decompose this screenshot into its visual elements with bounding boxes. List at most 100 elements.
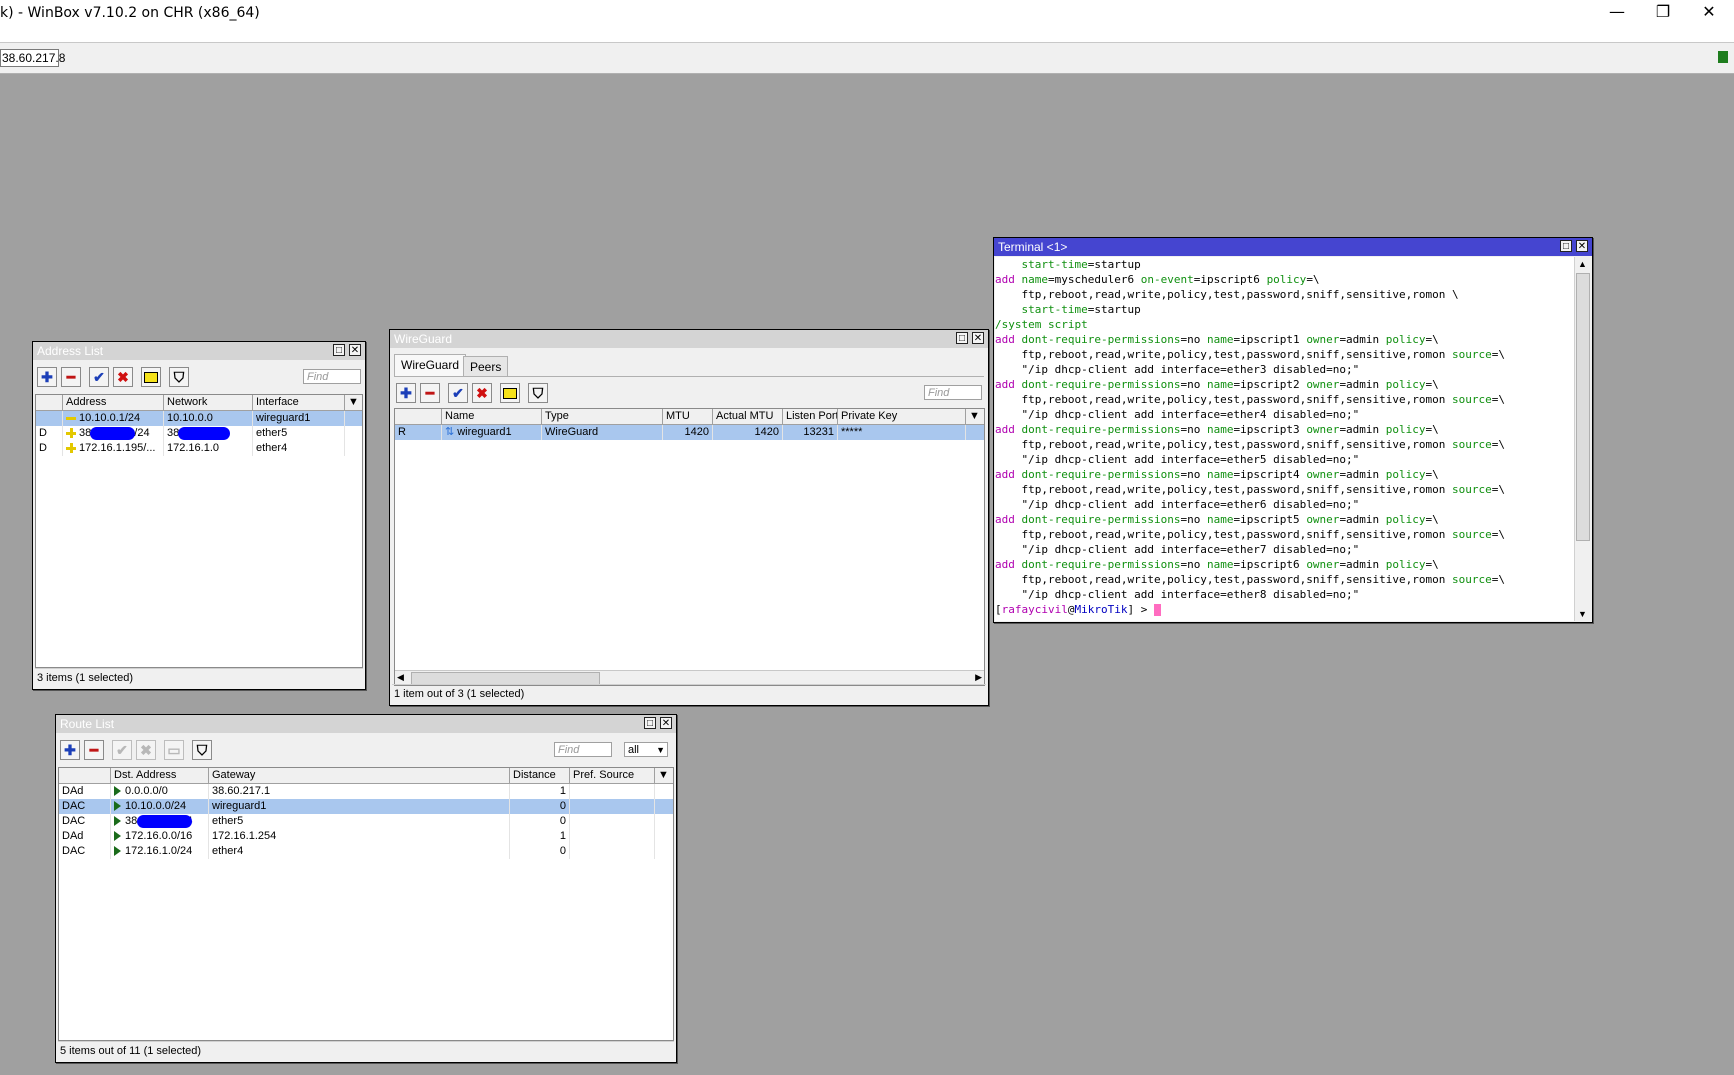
route-arrow-icon [114, 801, 121, 812]
terminal-text: "/ip dhcp-client add interface=ether6 di… [995, 498, 1360, 511]
tab-wireguard[interactable]: WireGuard [394, 354, 467, 376]
column-menu-icon[interactable]: ▼ [345, 395, 362, 410]
terminal-title[interactable]: Terminal <1> [994, 238, 1592, 256]
column-header[interactable]: Actual MTU [713, 409, 783, 424]
terminal-text: =no [1180, 558, 1207, 571]
address-toolbar: ✚ ━ ✔ ✖ ⛉ Find [35, 364, 363, 390]
remove-icon[interactable]: ━ [61, 367, 81, 387]
table-row[interactable]: R ⇅ wireguard1 WireGuard 1420 1420 13231 … [395, 425, 984, 440]
router-address-field[interactable]: 38.60.217.8 [0, 49, 65, 67]
column-header[interactable]: Address [63, 395, 164, 410]
column-menu-icon[interactable]: ▼ [655, 768, 673, 783]
disable-icon[interactable]: ✖ [113, 367, 133, 387]
restore-button[interactable]: ❐ [1640, 0, 1686, 24]
close-icon[interactable]: ✕ [660, 717, 672, 729]
column-header[interactable]: Dst. Address [111, 768, 209, 783]
add-icon[interactable]: ✚ [37, 367, 57, 387]
table-row[interactable]: 10.10.0.1/24 10.10.0.0 wireguard1 [36, 411, 362, 426]
wireguard-table: Name Type MTU Actual MTU Listen Port Pri… [394, 408, 985, 686]
scroll-right-icon[interactable]: ▶ [975, 672, 982, 683]
close-icon[interactable]: ✕ [1576, 240, 1588, 252]
wireguard-title[interactable]: WireGuard [390, 330, 988, 348]
terminal-text: =ipscript3 [1233, 423, 1307, 436]
comment-icon[interactable]: ▭ [164, 740, 184, 760]
table-row[interactable]: DAd 172.16.0.0/16 172.16.1.254 1 [59, 829, 673, 844]
table-header: Name Type MTU Actual MTU Listen Port Pri… [395, 409, 984, 425]
column-header[interactable]: Network [164, 395, 253, 410]
comment-icon[interactable] [141, 367, 161, 387]
column-header[interactable]: Interface [253, 395, 345, 410]
terminal-kw-token: add [995, 273, 1015, 286]
scroll-down-icon[interactable]: ▼ [1578, 609, 1587, 619]
close-icon[interactable]: ✕ [972, 332, 984, 344]
terminal-text: =admin [1339, 513, 1386, 526]
terminal-text: =\ [1491, 528, 1505, 541]
table-row[interactable]: DAC 172.16.1.0/24 ether4 0 [59, 844, 673, 859]
find-input[interactable]: Find [924, 385, 982, 400]
terminal-text: ftp,reboot,read,write,policy,test,passwo… [995, 528, 1452, 541]
route-filter-select[interactable]: all ▼ [624, 742, 668, 757]
add-icon[interactable]: ✚ [60, 740, 80, 760]
filter-icon[interactable]: ⛉ [192, 740, 212, 760]
enable-icon[interactable]: ✔ [448, 383, 468, 403]
route-list-title[interactable]: Route List [56, 715, 676, 733]
terminal-text: =\ [1425, 423, 1439, 436]
filter-icon[interactable]: ⛉ [528, 383, 548, 403]
find-input[interactable]: Find [303, 369, 361, 384]
maximize-icon[interactable]: □ [1560, 240, 1572, 252]
table-row[interactable]: D 172.16.1.195/... 172.16.1.0 ether4 [36, 441, 362, 456]
terminal-text: "/ip dhcp-client add interface=ether7 di… [995, 543, 1360, 556]
close-icon[interactable]: ✕ [349, 344, 361, 356]
find-input[interactable]: Find [554, 742, 612, 757]
terminal-par-token: policy [1385, 378, 1426, 391]
disable-icon[interactable]: ✖ [472, 383, 492, 403]
table-row[interactable]: DAC 10.10.0.0/24 wireguard1 0 [59, 799, 673, 814]
column-header[interactable]: Type [542, 409, 663, 424]
vertical-scrollbar[interactable]: ▲ ▼ [1574, 257, 1591, 621]
terminal-text: ftp,reboot,read,write,policy,test,passwo… [995, 288, 1459, 301]
dropdown-icon[interactable]: ▼ [656, 743, 665, 758]
route-list-window: Route List □ ✕ ✚ ━ ✔ ✖ ▭ ⛉ Find all ▼ Dst… [55, 714, 677, 1063]
actual-mtu-cell: 1420 [713, 425, 783, 440]
terminal-prompt[interactable]: [rafaycivil@MikroTik] > [995, 602, 1574, 617]
tab-peers[interactable]: Peers [463, 356, 509, 376]
address-list-title[interactable]: Address List [33, 342, 365, 360]
disable-icon[interactable]: ✖ [136, 740, 156, 760]
add-icon[interactable]: ✚ [396, 383, 416, 403]
maximize-icon[interactable]: □ [956, 332, 968, 344]
column-header[interactable]: Name [442, 409, 542, 424]
horizontal-scrollbar[interactable]: ◀ ▶ [395, 670, 984, 685]
table-row[interactable]: DAd 0.0.0.0/0 38.60.217.1 1 [59, 784, 673, 799]
redaction-mark [90, 427, 135, 440]
column-header[interactable]: Distance [510, 768, 570, 783]
column-header[interactable]: Listen Port [783, 409, 838, 424]
enable-icon[interactable]: ✔ [112, 740, 132, 760]
remove-icon[interactable]: ━ [84, 740, 104, 760]
maximize-icon[interactable]: □ [333, 344, 345, 356]
scroll-left-icon[interactable]: ◀ [397, 672, 404, 683]
remove-icon[interactable]: ━ [420, 383, 440, 403]
column-header[interactable]: Gateway [209, 768, 510, 783]
close-button[interactable]: ✕ [1686, 0, 1732, 24]
column-menu-icon[interactable]: ▼ [966, 409, 984, 424]
table-row[interactable]: D 38./24 38. ether5 [36, 426, 362, 441]
gateway-cell: 172.16.1.254 [209, 829, 510, 844]
column-header[interactable]: MTU [663, 409, 713, 424]
terminal-text: =\ [1425, 558, 1439, 571]
scroll-up-icon[interactable]: ▲ [1578, 259, 1587, 269]
terminal-output[interactable]: start-time=startup add name=myscheduler6 … [995, 257, 1574, 621]
enable-icon[interactable]: ✔ [89, 367, 109, 387]
column-header[interactable]: Pref. Source [570, 768, 655, 783]
column-header[interactable]: Private Key [838, 409, 966, 424]
comment-icon[interactable] [500, 383, 520, 403]
maximize-icon[interactable]: □ [644, 717, 656, 729]
scroll-thumb[interactable] [1576, 273, 1590, 541]
minimize-button[interactable]: — [1594, 0, 1640, 24]
terminal-text: =ipscript5 [1233, 513, 1307, 526]
app-title: k) - WinBox v7.10.2 on CHR (x86_64) [0, 5, 260, 21]
filter-icon[interactable]: ⛉ [169, 367, 189, 387]
address-text: 10.10.0.1/24 [79, 412, 141, 424]
table-row[interactable]: DAC38.24ether50 [59, 814, 673, 829]
